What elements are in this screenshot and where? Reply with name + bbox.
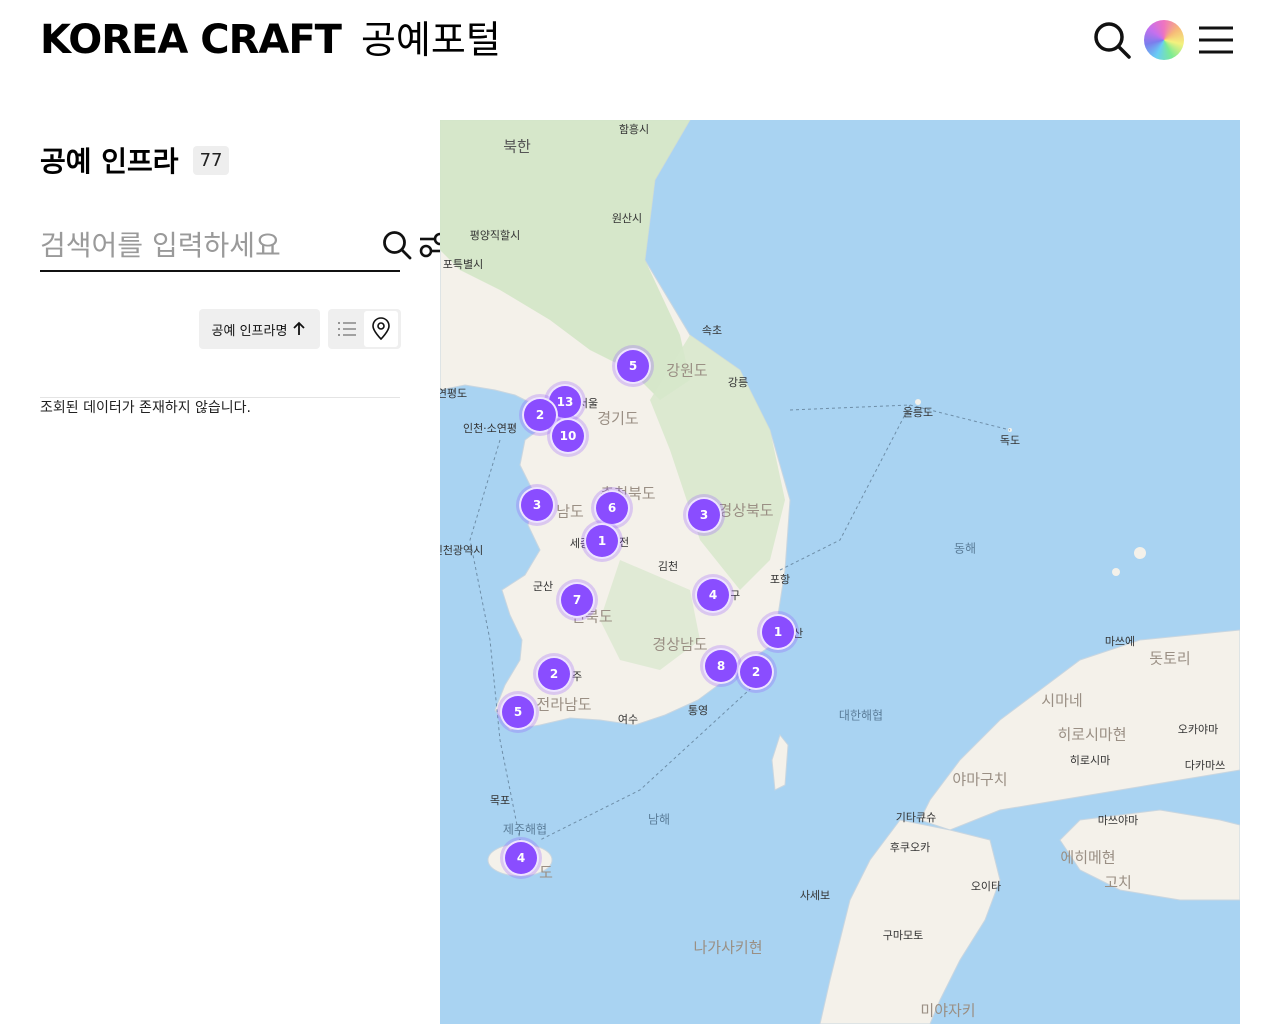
map-cluster-marker[interactable]: 5 <box>615 348 651 384</box>
map-place-label: 마쓰야마 <box>1097 814 1139 827</box>
map-cluster-marker[interactable]: 4 <box>695 577 731 613</box>
count-badge: 77 <box>192 145 230 175</box>
map-place-label: 평양직할시 <box>469 229 521 242</box>
map-place-label: 인천·소연평 <box>462 422 518 435</box>
map-place-label: 에히메현 <box>1060 848 1116 867</box>
map-place-label: 마쓰에 <box>1104 635 1136 648</box>
map-cluster-marker[interactable]: 1 <box>584 523 620 559</box>
map-place-label: 전 <box>618 536 630 549</box>
page-title: 공예 인프라 77 <box>40 142 230 178</box>
map-place-label: 전라남도 <box>536 695 592 714</box>
list-view-button[interactable] <box>330 311 364 347</box>
map-place-label: 강릉 <box>727 376 749 389</box>
ferry-route <box>789 404 1011 431</box>
map-place-label: 통영 <box>687 704 709 717</box>
map-place-label: 돗토리 <box>1149 649 1191 668</box>
logo-subtitle: 공예포털 <box>360 18 501 62</box>
map-place-label: 군산 <box>532 580 554 593</box>
map-place-label: 다카마쓰 <box>1184 759 1226 772</box>
map-place-label: 사세보 <box>799 889 831 902</box>
map-place-label: 속초 <box>701 324 723 337</box>
oki-island <box>1134 547 1146 559</box>
ferry-route <box>469 439 521 841</box>
page-title-text: 공예 인프라 <box>40 145 179 178</box>
search-submit-button[interactable] <box>381 227 413 263</box>
map-place-label: 제주해협 <box>502 822 548 837</box>
map-place-label: 도 <box>539 863 553 882</box>
map-place-label: 여수 <box>617 713 639 726</box>
map-place-label: 히로시마현 <box>1057 725 1127 744</box>
map-place-label: 시마네 <box>1041 691 1083 710</box>
map-place-label: 김천 <box>657 560 679 573</box>
map-place-label: 함흥시 <box>618 123 650 136</box>
map-place-label: 인천광역시 <box>440 544 484 557</box>
map-place-label: 주 <box>571 670 583 683</box>
view-mode-toggle <box>328 309 401 349</box>
map-place-label: 후쿠오카 <box>889 841 931 854</box>
site-logo[interactable]: KOREA CRAFT 공예포털 <box>40 18 501 62</box>
map-place-label: 경기도 <box>597 409 639 428</box>
map-place-label: 독도 <box>999 434 1021 447</box>
sort-label: 공예 인프라명 <box>211 323 288 339</box>
search-icon <box>383 231 412 260</box>
map-place-label: 강원도 <box>666 361 708 380</box>
map-cluster-marker[interactable]: 3 <box>686 497 722 533</box>
map-place-label: 북한 <box>503 137 531 156</box>
map-place-label: 남해 <box>647 812 671 827</box>
map-place-label: 목포 <box>489 794 511 807</box>
search-input[interactable] <box>40 223 377 267</box>
hamburger-menu-icon <box>1199 26 1233 54</box>
logo-wordmark: KOREA CRAFT <box>40 17 342 63</box>
search-bar <box>40 220 447 272</box>
map-place-label: 포특별시 <box>442 258 484 271</box>
search-icon <box>1094 22 1131 59</box>
map-cluster-marker[interactable]: 4 <box>503 840 539 876</box>
map-cluster-marker[interactable]: 6 <box>594 490 630 526</box>
map-place-label: 경상북도 <box>718 501 774 520</box>
map-view-button[interactable] <box>364 311 398 347</box>
map-cluster-marker[interactable]: 7 <box>559 582 595 618</box>
map-place-label: 원산시 <box>611 212 643 225</box>
map-place-label: 구 <box>729 589 741 602</box>
tsushima-island <box>771 733 789 791</box>
map-place-label: 동해 <box>953 541 977 556</box>
map-cluster-marker[interactable]: 1 <box>760 614 796 650</box>
map-view[interactable]: 함흥시 북한 원산시 평양직할시 포특별시 속초 강원도 강릉 울릉도 독도 서울 경기도 연평도 인천·… <box>440 120 1240 1024</box>
empty-result-message: 조회된 데이터가 존재하지 않습니다. <box>40 400 251 416</box>
map-place-label: 경상남도 <box>652 635 708 654</box>
map-place-label: 야마구치 <box>952 770 1008 789</box>
map-cluster-marker[interactable]: 2 <box>536 656 572 692</box>
map-place-label: 오이타 <box>970 880 1002 893</box>
map-place-label: 울릉도 <box>902 406 934 419</box>
map-place-label: 미야자키 <box>920 1001 976 1020</box>
map-place-label: 기타큐슈 <box>895 811 937 824</box>
color-theme-button[interactable] <box>1142 18 1186 62</box>
oki-island <box>1112 568 1120 576</box>
map-place-label: 히로시마 <box>1069 754 1111 767</box>
map-place-label: 연평도 <box>440 387 468 400</box>
ferry-route <box>779 404 911 571</box>
map-cluster-marker[interactable]: 5 <box>500 694 536 730</box>
map-cluster-marker[interactable]: 3 <box>519 487 555 523</box>
map-place-label: 대한해협 <box>838 708 884 723</box>
map-place-label: 오카야마 <box>1177 723 1219 736</box>
map-place-label: 나가사키현 <box>693 938 763 957</box>
list-icon <box>338 322 356 336</box>
map-place-label: 구마모토 <box>882 929 924 942</box>
map-place-label: 고치 <box>1104 873 1132 892</box>
header-search-button[interactable] <box>1090 18 1134 62</box>
sort-button[interactable]: 공예 인프라명 <box>199 309 320 349</box>
color-wheel-icon <box>1144 20 1184 60</box>
map-place-label: 남도 <box>556 502 584 521</box>
map-pin-icon <box>372 317 390 341</box>
menu-button[interactable] <box>1194 18 1238 62</box>
map-cluster-marker[interactable]: 10 <box>550 418 586 454</box>
arrow-up-icon <box>293 321 306 335</box>
map-cluster-marker[interactable]: 2 <box>738 654 774 690</box>
map-place-label: 포항 <box>769 573 791 586</box>
map-cluster-marker[interactable]: 8 <box>703 648 739 684</box>
